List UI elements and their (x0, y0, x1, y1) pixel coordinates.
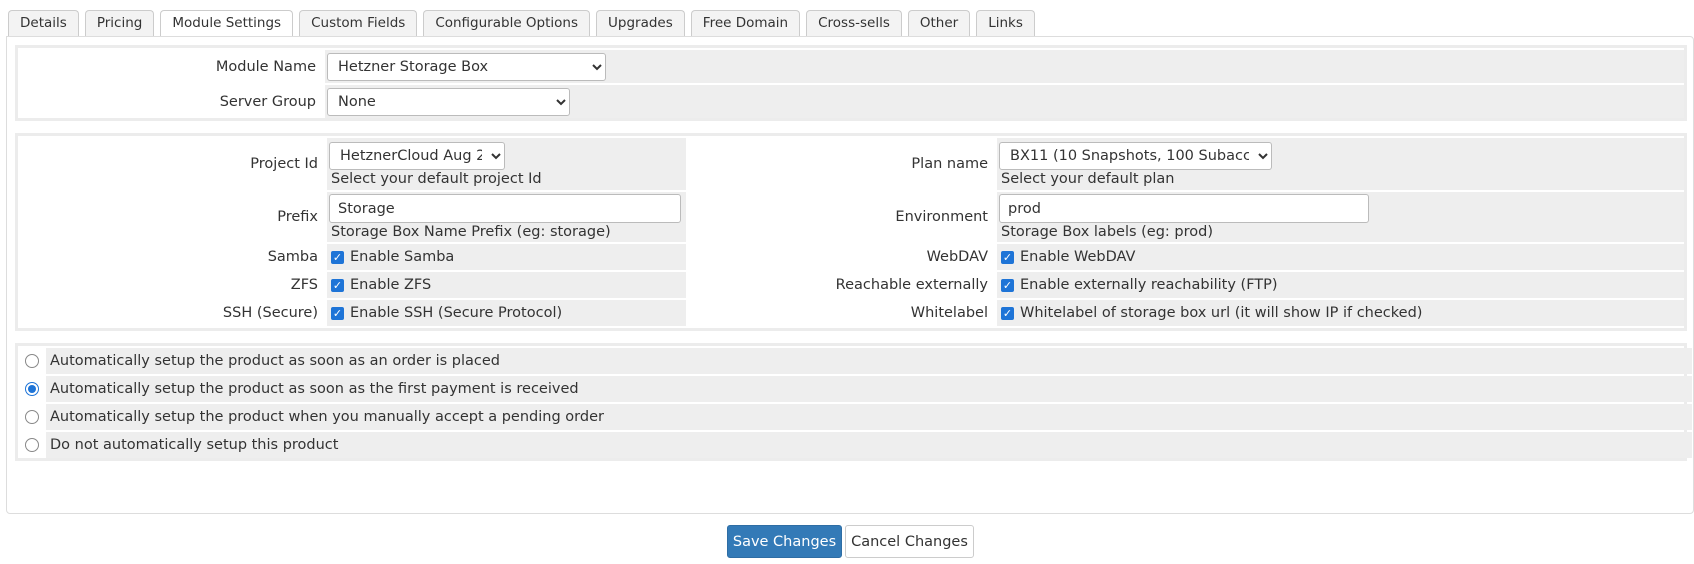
tab-pricing[interactable]: Pricing (84, 10, 155, 36)
whitelabel-checkbox-text: Whitelabel of storage box url (it will s… (1020, 305, 1423, 321)
webdav-checkbox-text: Enable WebDAV (1020, 249, 1136, 265)
tab-bar: Details Pricing Module Settings Custom F… (8, 10, 1035, 37)
save-changes-button[interactable]: Save Changes (727, 525, 842, 558)
ssh-checkbox[interactable]: ✓ (331, 306, 344, 320)
reachable-checkbox-text: Enable externally reachability (FTP) (1020, 277, 1278, 293)
plan-name-help: Select your default plan (1001, 171, 1175, 187)
radio-none[interactable] (25, 438, 39, 452)
radio-on-order[interactable] (25, 354, 39, 368)
samba-label: Samba (18, 244, 327, 270)
project-id-label: Project Id (18, 138, 327, 190)
whitelabel-checkbox[interactable]: ✓ (1001, 306, 1014, 320)
samba-checkbox-row[interactable]: ✓ Enable Samba (327, 244, 686, 270)
zfs-checkbox-text: Enable ZFS (350, 277, 432, 293)
server-group-label: Server Group (18, 85, 325, 118)
module-name-select[interactable]: Hetzner Storage Box (327, 52, 606, 81)
setup-option-on-order[interactable]: Automatically setup the product as soon … (18, 348, 1692, 374)
setup-option-none[interactable]: Do not automatically setup this product (18, 432, 1692, 458)
tab-custom-fields[interactable]: Custom Fields (299, 10, 418, 36)
cancel-changes-button[interactable]: Cancel Changes (845, 525, 974, 558)
reachable-checkbox[interactable]: ✓ (1001, 278, 1014, 292)
tab-details[interactable]: Details (8, 10, 79, 36)
config-box: Project Id HetznerCloud Aug 2023 Select … (15, 133, 1687, 331)
project-id-select[interactable]: HetznerCloud Aug 2023 (329, 142, 505, 170)
webdav-checkbox-row[interactable]: ✓ Enable WebDAV (997, 244, 1684, 270)
server-group-select[interactable]: None (327, 87, 570, 116)
setup-option-text: Automatically setup the product as soon … (46, 348, 1692, 374)
tab-module-settings[interactable]: Module Settings (160, 10, 294, 37)
environment-label: Environment (690, 192, 997, 242)
tab-other[interactable]: Other (907, 10, 971, 36)
ssh-checkbox-text: Enable SSH (Secure Protocol) (350, 305, 563, 321)
prefix-help: Storage Box Name Prefix (eg: storage) (331, 224, 611, 240)
radio-manual-accept[interactable] (25, 410, 39, 424)
setup-option-on-payment[interactable]: Automatically setup the product as soon … (18, 376, 1692, 402)
prefix-input[interactable] (329, 194, 681, 223)
plan-name-label: Plan name (690, 138, 997, 190)
environment-input[interactable] (999, 194, 1369, 223)
samba-checkbox-text: Enable Samba (350, 249, 455, 265)
environment-help: Storage Box labels (eg: prod) (1001, 224, 1213, 240)
webdav-label: WebDAV (690, 244, 997, 270)
tab-configurable-options[interactable]: Configurable Options (423, 10, 591, 36)
whitelabel-label: Whitelabel (690, 300, 997, 326)
samba-checkbox[interactable]: ✓ (331, 250, 344, 264)
tab-cross-sells[interactable]: Cross-sells (806, 10, 902, 36)
module-settings-panel: Module Name Hetzner Storage Box Server G… (6, 36, 1694, 514)
ssh-label: SSH (Secure) (18, 300, 327, 326)
zfs-checkbox[interactable]: ✓ (331, 278, 344, 292)
module-name-label: Module Name (18, 50, 325, 83)
project-id-help: Select your default project Id (331, 171, 542, 187)
tab-links[interactable]: Links (976, 10, 1035, 36)
zfs-label: ZFS (18, 272, 327, 298)
plan-name-select[interactable]: BX11 (10 Snapshots, 100 Subaccounts, 1 T… (999, 142, 1272, 170)
webdav-checkbox[interactable]: ✓ (1001, 250, 1014, 264)
tab-upgrades[interactable]: Upgrades (596, 10, 685, 36)
tab-free-domain[interactable]: Free Domain (690, 10, 801, 36)
ssh-checkbox-row[interactable]: ✓ Enable SSH (Secure Protocol) (327, 300, 686, 326)
whitelabel-checkbox-row[interactable]: ✓ Whitelabel of storage box url (it will… (997, 300, 1684, 326)
prefix-label: Prefix (18, 192, 327, 242)
setup-option-manual-accept[interactable]: Automatically setup the product when you… (18, 404, 1692, 430)
reachable-checkbox-row[interactable]: ✓ Enable externally reachability (FTP) (997, 272, 1684, 298)
module-box: Module Name Hetzner Storage Box Server G… (15, 45, 1687, 121)
setup-option-text: Do not automatically setup this product (46, 432, 1692, 458)
radio-on-payment[interactable] (25, 382, 39, 396)
zfs-checkbox-row[interactable]: ✓ Enable ZFS (327, 272, 686, 298)
setup-option-text: Automatically setup the product as soon … (46, 376, 1692, 402)
setup-options-box: Automatically setup the product as soon … (15, 343, 1692, 461)
setup-option-text: Automatically setup the product when you… (46, 404, 1692, 430)
reachable-label: Reachable externally (690, 272, 997, 298)
